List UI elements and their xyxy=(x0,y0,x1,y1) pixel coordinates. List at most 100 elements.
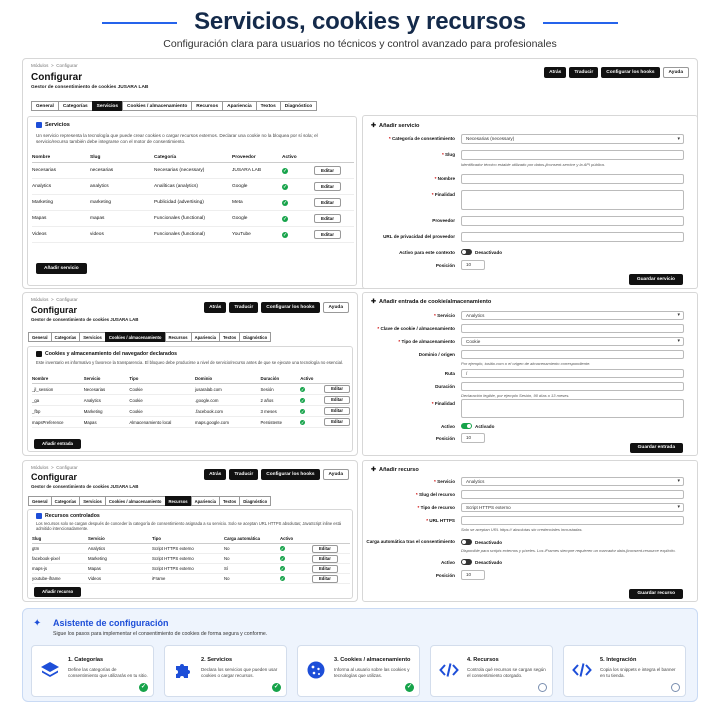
translate-button[interactable]: Traducir xyxy=(569,67,599,78)
edit-button[interactable]: Editar xyxy=(314,230,342,239)
https-url-input[interactable] xyxy=(461,516,684,525)
resource-active-toggle[interactable]: Desactivado xyxy=(461,559,502,565)
wizard-step-resources[interactable]: 4. Recursos Controla qué recursos se car… xyxy=(430,645,553,697)
edit-button[interactable]: Editar xyxy=(324,418,350,426)
storage-type-select[interactable]: Cookie xyxy=(461,337,684,346)
cell-domain: maps.google.com xyxy=(194,416,261,428)
hooks-button[interactable]: Configurar los hooks xyxy=(261,302,320,313)
col-active: Activo xyxy=(280,534,312,544)
tab-categories[interactable]: Categorías xyxy=(57,101,92,111)
edit-button[interactable]: Editar xyxy=(314,166,342,175)
path-input[interactable]: / xyxy=(461,369,684,378)
crumb-modules[interactable]: Módulos xyxy=(31,63,48,68)
tab-categories[interactable]: Categorías xyxy=(50,496,80,506)
autoload-toggle-text: Desactivado xyxy=(475,539,503,545)
name-input[interactable] xyxy=(461,174,684,184)
duration-input[interactable] xyxy=(461,382,684,391)
tab-general[interactable]: General xyxy=(28,332,51,342)
tab-diagnostics[interactable]: Diagnóstico xyxy=(239,496,272,506)
wizard-step-integration[interactable]: 5. Integración Copia los snippets e inte… xyxy=(563,645,686,697)
wizard-step-cookies[interactable]: 3. Cookies / almacenamiento Informa al u… xyxy=(297,645,420,697)
translate-button[interactable]: Traducir xyxy=(229,469,259,480)
service-select[interactable]: Analytics xyxy=(461,311,684,320)
help-button[interactable]: Ayuda xyxy=(322,302,349,313)
purpose-textarea[interactable] xyxy=(461,190,684,210)
save-service-button[interactable]: Guardar servicio xyxy=(628,274,683,285)
slug-input[interactable] xyxy=(461,150,684,160)
tab-resources[interactable]: Recursos xyxy=(164,332,191,342)
add-resource-button[interactable]: Añadir recurso xyxy=(34,587,82,597)
edit-button[interactable]: Editar xyxy=(312,564,338,573)
crumb-modules[interactable]: Módulos xyxy=(31,297,48,302)
cookie-position-label: Posición xyxy=(435,436,455,441)
tab-diagnostics[interactable]: Diagnóstico xyxy=(279,101,318,111)
back-button[interactable]: Atrás xyxy=(204,469,227,480)
tab-services[interactable]: Servicios xyxy=(79,332,105,342)
add-entry-button[interactable]: Añadir entrada xyxy=(34,439,81,449)
tab-resources[interactable]: Recursos xyxy=(164,496,191,506)
translate-button[interactable]: Traducir xyxy=(229,302,259,313)
resource-service-select[interactable]: Analytics xyxy=(461,477,684,486)
cookie-key-input[interactable] xyxy=(461,324,684,333)
resource-type-select[interactable]: Script HTTPS externo xyxy=(461,503,684,512)
help-button[interactable]: Ayuda xyxy=(322,469,349,480)
crumb-config[interactable]: Configurar xyxy=(56,465,77,470)
tab-texts[interactable]: Textos xyxy=(255,101,280,111)
tab-texts[interactable]: Textos xyxy=(219,496,240,506)
add-service-button[interactable]: Añadir servicio xyxy=(36,263,87,274)
resource-slug-input[interactable] xyxy=(461,490,684,499)
tab-diagnostics[interactable]: Diagnóstico xyxy=(239,332,272,342)
tab-services[interactable]: Servicios xyxy=(79,496,105,506)
https-url-label: * URL HTTPS xyxy=(426,518,455,523)
domain-input[interactable] xyxy=(461,350,684,359)
tab-resources[interactable]: Recursos xyxy=(191,101,223,111)
position-input[interactable]: 10 xyxy=(461,260,485,270)
tab-appearance[interactable]: Apariencia xyxy=(222,101,256,111)
wizard-step-services[interactable]: 2. Servicios Declara los servicios que p… xyxy=(164,645,287,697)
autoload-toggle[interactable]: Desactivado xyxy=(461,539,502,545)
tab-appearance[interactable]: Apariencia xyxy=(190,496,220,506)
tab-categories[interactable]: Categorías xyxy=(50,332,80,342)
edit-button[interactable]: Editar xyxy=(314,214,342,223)
save-resource-button[interactable]: Guardar recurso xyxy=(629,589,683,599)
edit-button[interactable]: Editar xyxy=(312,574,338,583)
col-slug: Slug xyxy=(90,153,154,163)
help-button[interactable]: Ayuda xyxy=(662,67,689,78)
edit-button[interactable]: Editar xyxy=(324,396,350,404)
active-toggle[interactable]: Desactivado xyxy=(461,249,502,255)
tab-general[interactable]: General xyxy=(28,496,51,506)
provider-input[interactable] xyxy=(461,216,684,226)
tab-appearance[interactable]: Apariencia xyxy=(190,332,220,342)
back-button[interactable]: Atrás xyxy=(544,67,567,78)
tab-cookies[interactable]: Cookies / almacenamiento xyxy=(104,496,165,506)
step-desc: Declara los servicios que pueden usar co… xyxy=(201,667,278,678)
tab-texts[interactable]: Textos xyxy=(219,332,240,342)
edit-button[interactable]: Editar xyxy=(314,182,342,191)
hooks-button[interactable]: Configurar los hooks xyxy=(601,67,660,78)
resource-position-input[interactable]: 10 xyxy=(461,570,485,580)
cookie-purpose-textarea[interactable] xyxy=(461,399,684,418)
edit-button[interactable]: Editar xyxy=(324,407,350,415)
edit-button[interactable]: Editar xyxy=(312,554,338,563)
crumb-config[interactable]: Configurar xyxy=(56,63,77,68)
puzzle-icon xyxy=(173,660,193,680)
cookies-section: Cookies y almacenamiento del navegador d… xyxy=(27,346,353,452)
tab-services[interactable]: Servicios xyxy=(91,101,123,111)
crumb-modules[interactable]: Módulos xyxy=(31,465,48,470)
save-entry-button[interactable]: Guardar entrada xyxy=(629,443,683,453)
crumb-config[interactable]: Configurar xyxy=(56,297,77,302)
back-button[interactable]: Atrás xyxy=(204,302,227,313)
wizard-step-categories[interactable]: 1. Categorías Define las categorías de c… xyxy=(31,645,154,697)
gear-icon xyxy=(36,122,42,128)
edit-button[interactable]: Editar xyxy=(312,544,338,553)
tab-general[interactable]: General xyxy=(31,101,58,111)
cookie-active-toggle[interactable]: Activado xyxy=(461,423,494,429)
tab-cookies[interactable]: Cookies / almacenamiento xyxy=(104,332,165,342)
category-select[interactable]: Necesarias (necessary) xyxy=(461,134,684,144)
edit-button[interactable]: Editar xyxy=(324,385,350,393)
cookie-position-input[interactable]: 10 xyxy=(461,433,485,443)
privacy-url-input[interactable] xyxy=(461,232,684,242)
edit-button[interactable]: Editar xyxy=(314,198,342,207)
hooks-button[interactable]: Configurar los hooks xyxy=(261,469,320,480)
tab-cookies[interactable]: Cookies / almacenamiento xyxy=(122,101,192,111)
